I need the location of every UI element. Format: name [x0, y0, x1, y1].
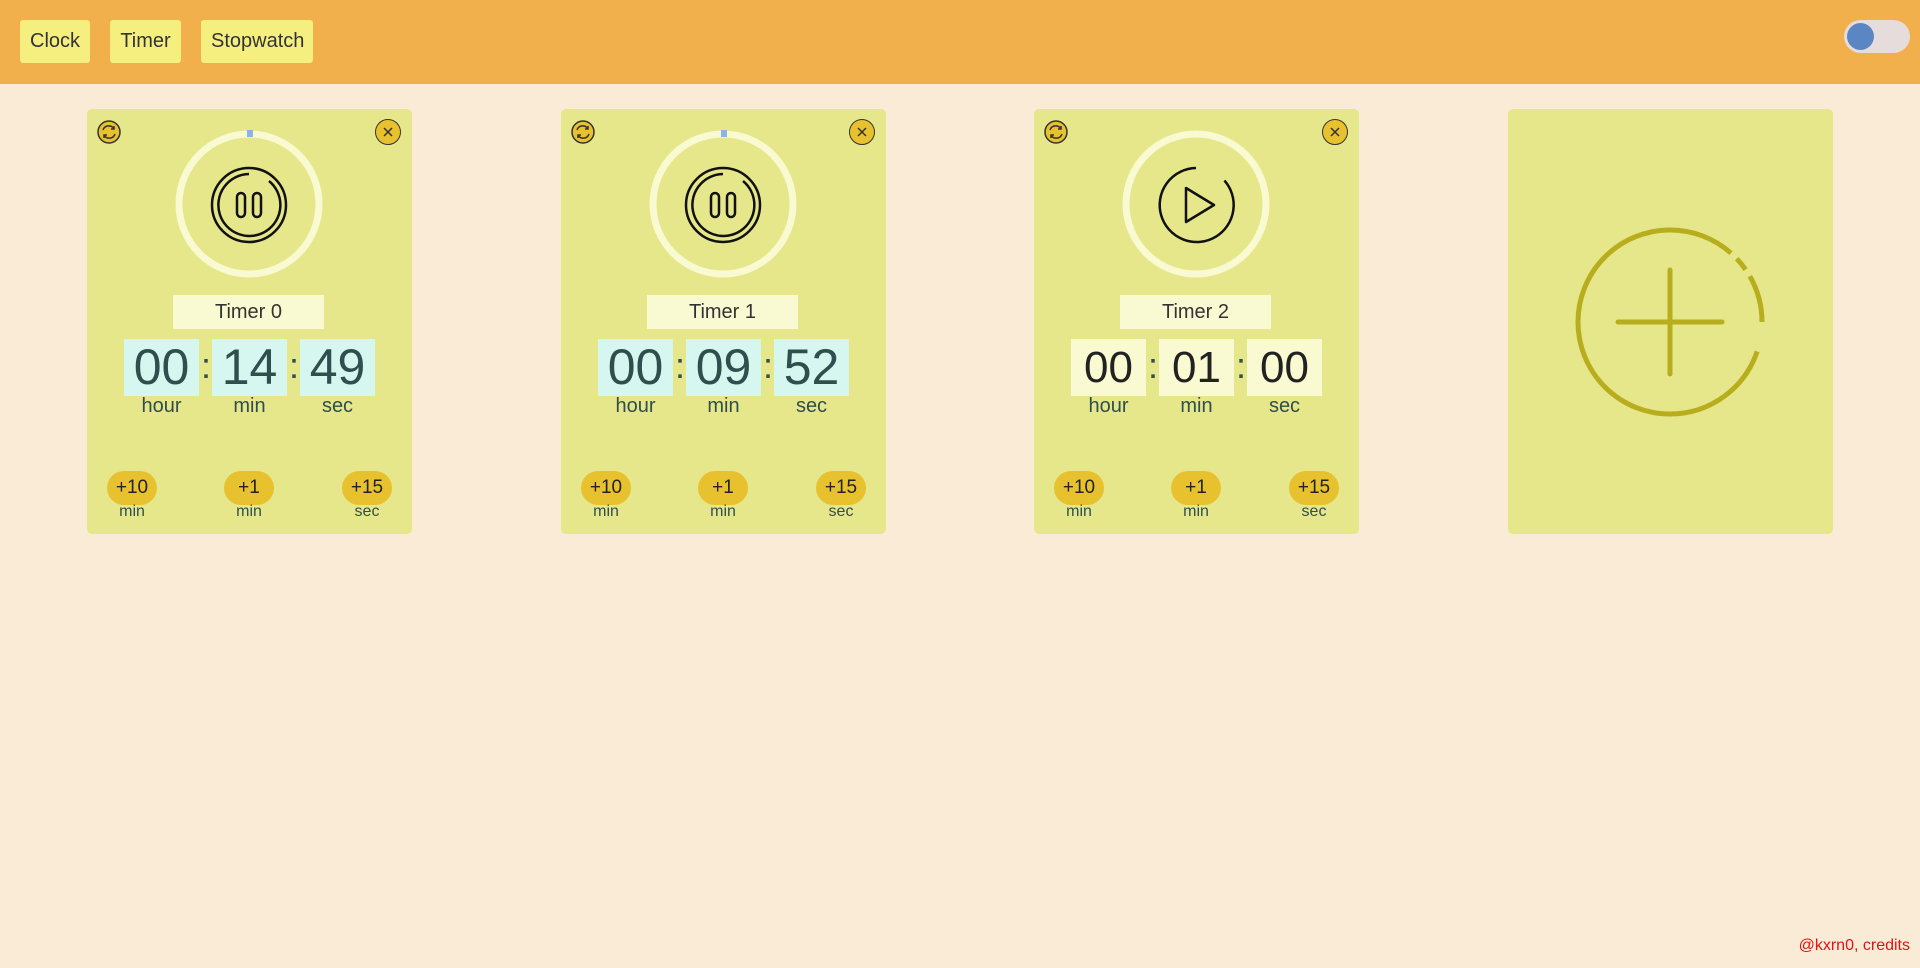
- pause-icon[interactable]: [683, 165, 763, 245]
- close-timer-button[interactable]: [849, 119, 875, 145]
- increment-button[interactable]: +15: [342, 471, 392, 505]
- min-label: min: [233, 395, 266, 417]
- minutes-field[interactable]: 01: [1159, 339, 1234, 396]
- sec-label: sec: [795, 395, 828, 417]
- minutes-field[interactable]: 14: [212, 339, 287, 396]
- add-timer-icon: [1575, 227, 1765, 417]
- increment-button[interactable]: +15: [816, 471, 866, 505]
- timer-name-field[interactable]: Timer 2: [1120, 295, 1271, 329]
- timer-card: Timer 1 00:09:52 hour min sec +10 min +1 min +15 s…: [561, 109, 886, 534]
- increment-unit-label: sec: [828, 503, 854, 520]
- increment-unit-label: min: [1183, 503, 1209, 520]
- top-nav-bar: Clock Timer Stopwatch: [0, 0, 1920, 84]
- increment-button[interactable]: +15: [1289, 471, 1339, 505]
- hour-label: hour: [615, 395, 656, 417]
- seconds-field[interactable]: 49: [300, 339, 375, 396]
- time-separator: :: [288, 345, 299, 386]
- sec-label: sec: [1268, 395, 1301, 417]
- add-timer-card[interactable]: [1508, 109, 1833, 534]
- nav-clock-button[interactable]: Clock: [20, 20, 90, 63]
- increment-button[interactable]: +1: [698, 471, 748, 505]
- increment-unit-label: min: [119, 503, 145, 520]
- sec-label: sec: [321, 395, 354, 417]
- minutes-field[interactable]: 09: [686, 339, 761, 396]
- close-icon: [1330, 127, 1340, 137]
- timer-card: Timer 2 00:01:00 hour min sec +10 min +1 min +15 s…: [1034, 109, 1359, 534]
- reset-icon[interactable]: [570, 119, 596, 145]
- increment-button[interactable]: +10: [1054, 471, 1104, 505]
- time-separator: :: [1147, 345, 1158, 386]
- close-icon: [383, 127, 393, 137]
- increment-unit-label: sec: [1301, 503, 1327, 520]
- increment-unit-label: min: [710, 503, 736, 520]
- increment-unit-label: sec: [354, 503, 380, 520]
- increment-button[interactable]: +1: [224, 471, 274, 505]
- close-timer-button[interactable]: [375, 119, 401, 145]
- play-icon[interactable]: [1156, 165, 1236, 245]
- min-label: min: [707, 395, 740, 417]
- seconds-field[interactable]: 52: [774, 339, 849, 396]
- increment-button[interactable]: +10: [107, 471, 157, 505]
- min-label: min: [1180, 395, 1213, 417]
- nav-timer-button[interactable]: Timer: [110, 20, 181, 63]
- reset-icon[interactable]: [1043, 119, 1069, 145]
- hours-field[interactable]: 00: [124, 339, 199, 396]
- increment-unit-label: min: [593, 503, 619, 520]
- reset-icon[interactable]: [96, 119, 122, 145]
- credits-link[interactable]: @kxrn0, credits: [1799, 937, 1910, 955]
- timer-name-field[interactable]: Timer 1: [647, 295, 798, 329]
- time-separator: :: [762, 345, 773, 386]
- close-timer-button[interactable]: [1322, 119, 1348, 145]
- pause-icon[interactable]: [209, 165, 289, 245]
- increment-button[interactable]: +1: [1171, 471, 1221, 505]
- timer-name-field[interactable]: Timer 0: [173, 295, 324, 329]
- time-separator: :: [200, 345, 211, 386]
- timer-card: Timer 0 00:14:49 hour min sec +10 min +1 min +15 s…: [87, 109, 412, 534]
- close-icon: [857, 127, 867, 137]
- nav-stopwatch-button[interactable]: Stopwatch: [201, 20, 313, 63]
- increment-button[interactable]: +10: [581, 471, 631, 505]
- hour-label: hour: [141, 395, 182, 417]
- hour-label: hour: [1088, 395, 1129, 417]
- seconds-field[interactable]: 00: [1247, 339, 1322, 396]
- increment-unit-label: min: [1066, 503, 1092, 520]
- theme-toggle[interactable]: [1844, 20, 1910, 53]
- increment-unit-label: min: [236, 503, 262, 520]
- time-separator: :: [1235, 345, 1246, 386]
- theme-toggle-knob: [1847, 23, 1874, 50]
- hours-field[interactable]: 00: [598, 339, 673, 396]
- time-separator: :: [674, 345, 685, 386]
- hours-field[interactable]: 00: [1071, 339, 1146, 396]
